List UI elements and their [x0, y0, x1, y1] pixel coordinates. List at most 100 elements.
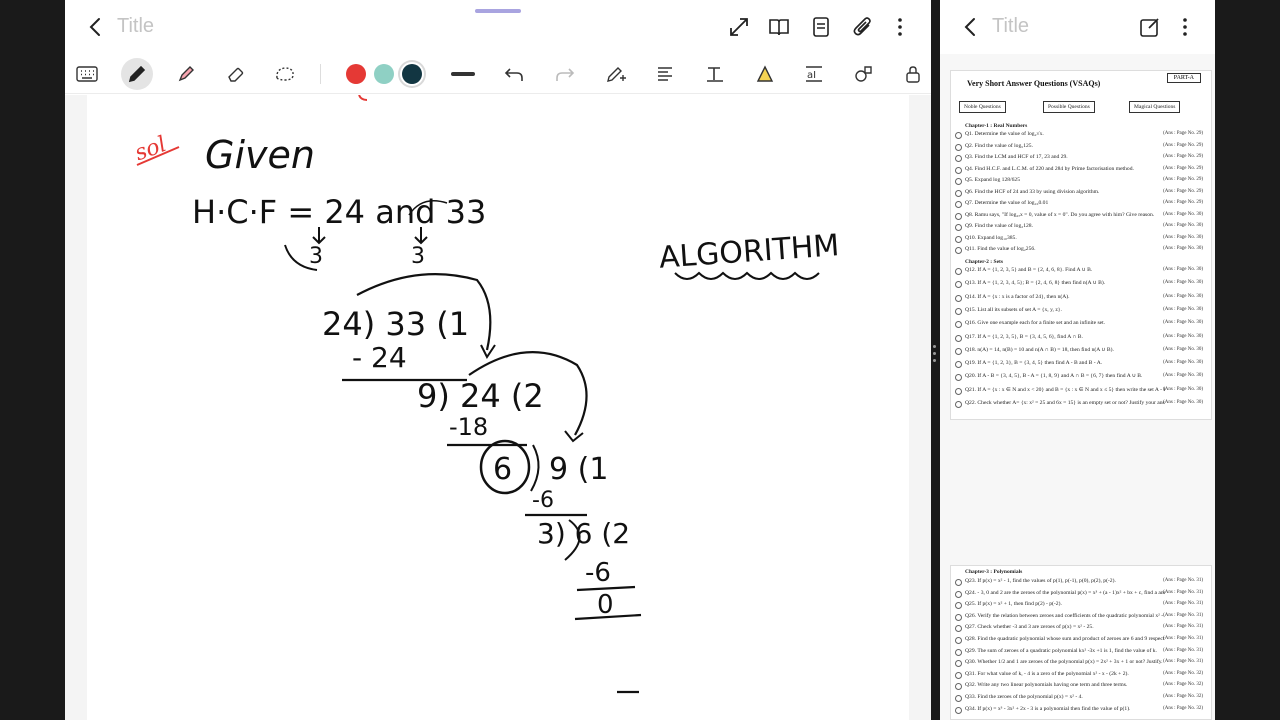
more-options-icon[interactable]	[1172, 14, 1198, 40]
handwriting-canvas[interactable]: sol Given H·C·F = 24 and 33 3 3 ALGORITH…	[87, 95, 909, 720]
attachment-icon[interactable]	[850, 14, 876, 40]
question-text: Q25. If p(x) = x² + 1, then find p(2) - …	[965, 601, 1062, 608]
sol-label: sol	[132, 132, 170, 166]
question-text: Q12. If A = {1, 2, 3, 5} and B = {2, 4, …	[965, 267, 1093, 273]
back-icon[interactable]	[958, 14, 984, 40]
question-text: Q20. If A - B = {3, 4, 5}, B - A = {1, 8…	[965, 373, 1143, 380]
expand-icon[interactable]	[726, 14, 752, 40]
question-bullet-icon	[955, 625, 962, 633]
answer-reference: (Ans : Page No. 30)	[1163, 346, 1203, 352]
question-bullet-icon	[955, 695, 962, 702]
question-text: Q18. n(A) = 14, n(B) = 10 and n(A ∩ B) =…	[965, 346, 1114, 353]
question-text: Q15. List all its subsets of set A = {x,…	[965, 306, 1062, 313]
question-bullet-icon	[955, 671, 962, 679]
lasso-icon[interactable]	[271, 60, 299, 88]
step2-subtraction: -18	[449, 413, 488, 441]
question-bullet-icon	[955, 660, 962, 668]
answer-reference: (Ans : Page No. 31)	[1163, 647, 1203, 653]
answer-reference: (Ans : Page No. 32)	[1163, 705, 1203, 711]
back-icon[interactable]	[83, 14, 109, 40]
doc-heading: Very Short Answer Questions (VSAQs)	[967, 79, 1101, 88]
answer-reference: (Ans : Page No. 29)	[1163, 142, 1203, 148]
question-bullet-icon	[955, 321, 962, 329]
lock-icon[interactable]	[899, 60, 927, 88]
question-bullet-icon	[955, 683, 962, 691]
question-text: Q6. Find the HCF of 24 and 33 by using d…	[965, 188, 1100, 195]
question-bullet-icon	[955, 235, 962, 243]
text-align-icon[interactable]	[651, 60, 679, 88]
reference-topbar: Title	[940, 0, 1215, 54]
question-text: Q13. If A = {1, 2, 3, 4, 5}; B = {2, 4, …	[965, 280, 1106, 287]
answer-reference: (Ans : Page No. 31)	[1163, 612, 1203, 618]
undo-icon[interactable]	[500, 60, 528, 88]
pen-icon[interactable]	[121, 58, 153, 90]
eraser-icon[interactable]	[222, 60, 250, 88]
line-thickness-icon[interactable]	[449, 60, 477, 88]
more-options-icon[interactable]	[887, 14, 913, 40]
answer-reference: (Ans : Page No. 31)	[1163, 601, 1203, 607]
question-text: Q26. Verify the relation between zeroes …	[965, 612, 1165, 619]
hcf-statement: H·C·F = 24 and 33	[192, 193, 486, 231]
answer-reference: (Ans : Page No. 30)	[1163, 333, 1203, 339]
shapes-icon[interactable]	[850, 60, 878, 88]
question-bullet-icon	[955, 247, 962, 254]
toolbar-divider	[320, 64, 321, 84]
question-bullet-icon	[955, 178, 962, 185]
question-text: Q11. Find the value of log₂256.	[965, 246, 1036, 252]
question-bullet-icon	[955, 268, 962, 275]
given-label: Given	[205, 133, 315, 177]
doc-part-label: PART-A	[1166, 73, 1201, 83]
note-title[interactable]: Title	[117, 15, 154, 38]
answer-reference: (Ans : Page No. 30)	[1163, 306, 1203, 312]
answer-reference: (Ans : Page No. 30)	[1163, 386, 1203, 392]
step2-division: 9) 24 (2	[417, 377, 544, 415]
question-bullet-icon	[955, 143, 962, 151]
smart-shape-icon[interactable]	[751, 60, 779, 88]
question-bullet-icon	[955, 224, 962, 231]
redo-icon[interactable]	[551, 60, 579, 88]
color-swatch-teal[interactable]	[374, 64, 394, 84]
answer-reference: (Ans : Page No. 29)	[1163, 200, 1203, 205]
question-text: Q30. Whether 1/2 and 1 are zeroes of the…	[965, 659, 1163, 666]
drawing-toolbar: aI	[65, 54, 931, 94]
canvas-right-margin	[909, 95, 931, 720]
handwriting-to-text-icon[interactable]	[701, 60, 729, 88]
question-text: Q29. The sum of zeroes of a quadratic po…	[965, 647, 1157, 654]
step3-subtraction: -6	[532, 488, 554, 513]
answer-reference: (Ans : Page No. 30)	[1163, 211, 1203, 217]
page-list-icon[interactable]	[808, 14, 834, 40]
question-bullet-icon	[955, 166, 962, 174]
question-bullet-icon	[955, 189, 962, 197]
question-bullet-icon	[955, 307, 962, 315]
question-bullet-icon	[955, 294, 962, 302]
step3-division: 9 (1	[549, 452, 608, 487]
question-bullet-icon	[955, 281, 962, 289]
split-divider-handle[interactable]	[933, 345, 936, 375]
question-text: Q5. Expand log 128/625	[965, 177, 1021, 183]
answer-reference: (Ans : Page No. 31)	[1163, 578, 1203, 583]
question-text: Q8. Ramu says, "If log₂ₓx = 0, value of …	[965, 211, 1155, 218]
question-text: Q31. For what value of k, - 4 is a zero …	[965, 670, 1129, 677]
question-text: Q28. Find the quadratic polynomial whose…	[965, 636, 1165, 642]
step1-subtraction: - 24	[352, 341, 407, 374]
question-bullet-icon	[955, 706, 962, 714]
color-swatch-red[interactable]	[346, 64, 366, 84]
answer-reference: (Ans : Page No. 30)	[1163, 400, 1203, 405]
algorithm-label: ALGORITHM	[658, 228, 841, 276]
edit-icon[interactable]	[1137, 14, 1163, 40]
pen-settings-icon[interactable]	[602, 60, 630, 88]
question-bullet-icon	[955, 212, 962, 220]
answer-reference: (Ans : Page No. 31)	[1163, 636, 1203, 641]
highlighter-icon[interactable]	[172, 60, 200, 88]
step4-remainder: 0	[597, 590, 614, 620]
book-view-icon[interactable]	[766, 14, 792, 40]
question-bullet-icon	[955, 334, 962, 342]
reference-title[interactable]: Title	[992, 15, 1029, 38]
question-bullet-icon	[955, 613, 962, 621]
keyboard-icon[interactable]	[73, 60, 101, 88]
arrow-value-a: 3	[309, 244, 323, 269]
question-bullet-icon	[955, 387, 962, 395]
svg-text:aI: aI	[807, 70, 816, 81]
color-swatch-dark[interactable]	[402, 64, 422, 84]
text-box-icon[interactable]: aI	[800, 60, 828, 88]
